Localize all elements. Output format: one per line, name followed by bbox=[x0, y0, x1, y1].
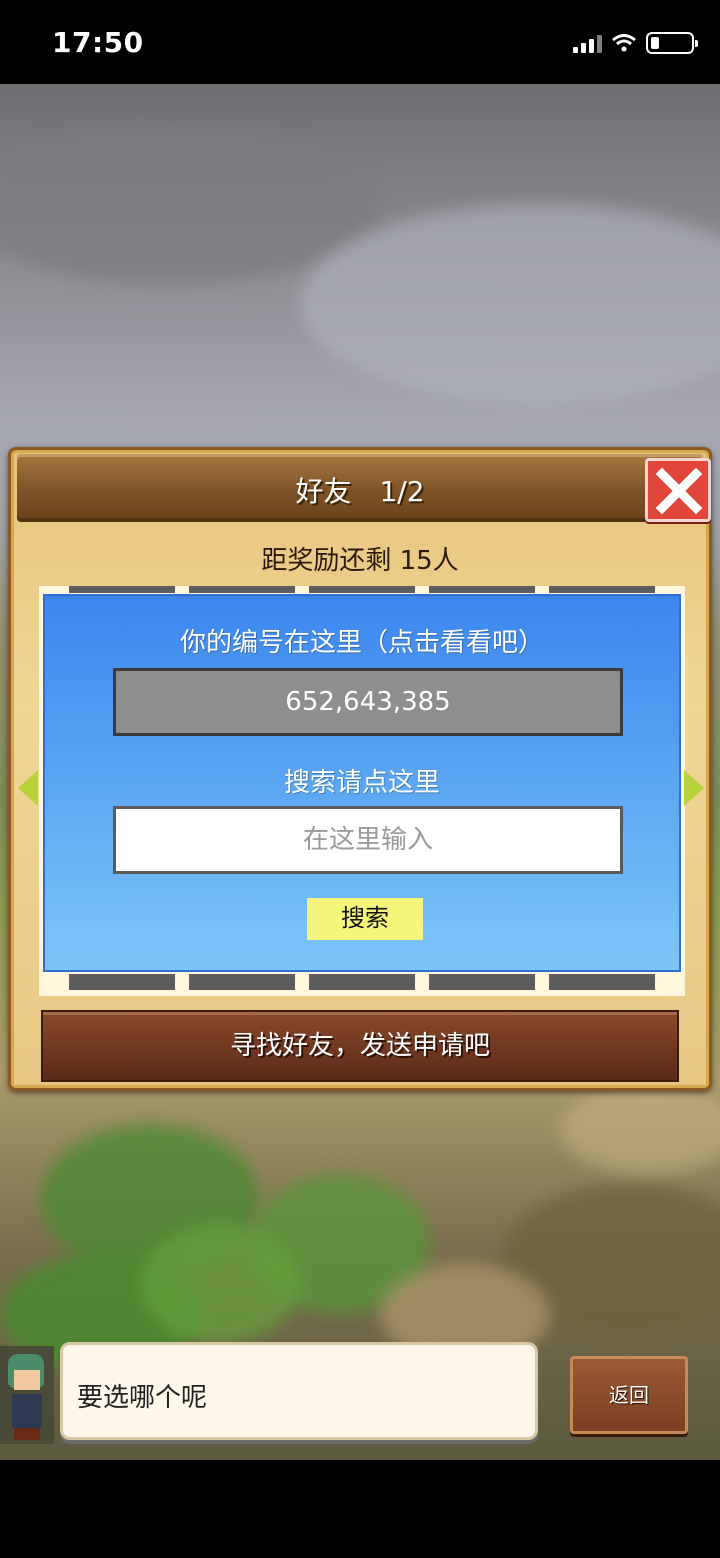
page-tab bbox=[309, 974, 415, 990]
search-label: 搜索请点这里 bbox=[283, 768, 440, 798]
friends-dialog: 好友 1/2 距奖励还剩 15人 你的编号在这里（点击看看吧） 652,643,… bbox=[8, 447, 712, 1091]
bottom-bar bbox=[0, 1460, 720, 1558]
prev-page-arrow-icon[interactable] bbox=[18, 770, 38, 806]
signal-icon bbox=[573, 33, 602, 53]
page-tab bbox=[69, 586, 175, 593]
page-tab bbox=[69, 974, 175, 990]
page-tab bbox=[549, 586, 655, 593]
page-tab bbox=[309, 586, 415, 593]
back-button[interactable]: 返回 bbox=[570, 1356, 688, 1434]
speech-bubble: 要选哪个呢 bbox=[60, 1342, 538, 1440]
close-button[interactable] bbox=[645, 458, 711, 522]
player-id-box[interactable]: 652,643,385 bbox=[113, 668, 623, 736]
character-avatar bbox=[0, 1346, 54, 1444]
page-tab bbox=[429, 586, 535, 593]
wifi-icon bbox=[612, 33, 636, 53]
find-friends-button[interactable]: 寻找好友，发送申请吧 bbox=[41, 1010, 679, 1082]
status-icons bbox=[573, 30, 698, 56]
search-panel: 你的编号在这里（点击看看吧） 652,643,385 搜索请点这里 搜索 bbox=[43, 594, 681, 972]
status-bar: 17:50 bbox=[0, 0, 720, 84]
next-page-arrow-icon[interactable] bbox=[684, 770, 704, 806]
id-label: 你的编号在这里（点击看看吧） bbox=[179, 628, 544, 658]
page-tab bbox=[429, 974, 535, 990]
battery-icon bbox=[646, 32, 698, 54]
close-icon bbox=[655, 467, 703, 515]
dialog-header: 好友 1/2 bbox=[17, 454, 703, 522]
search-input[interactable] bbox=[113, 806, 623, 874]
reward-remaining-text: 距奖励还剩 15人 bbox=[261, 546, 459, 576]
page-tab bbox=[189, 974, 295, 990]
speech-text: 要选哪个呢 bbox=[77, 1383, 208, 1413]
status-time: 17:50 bbox=[52, 26, 144, 59]
page-tab bbox=[189, 586, 295, 593]
page-tab bbox=[549, 974, 655, 990]
search-button[interactable]: 搜索 bbox=[307, 898, 423, 940]
dialog-title: 好友 1/2 bbox=[295, 475, 425, 508]
panel-frame: 你的编号在这里（点击看看吧） 652,643,385 搜索请点这里 搜索 bbox=[39, 586, 685, 996]
